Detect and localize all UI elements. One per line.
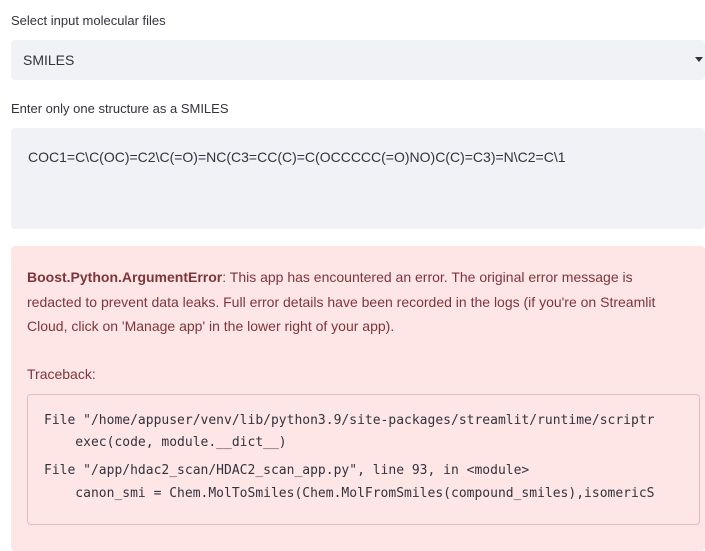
file-type-select[interactable]: SMILES [11, 40, 705, 80]
error-name: Boost.Python.ArgumentError [27, 269, 223, 285]
file-type-select-value: SMILES [23, 52, 75, 68]
traceback-label: Traceback: [27, 366, 96, 382]
smiles-input-label: Enter only one structure as a SMILES [11, 101, 229, 116]
traceback-line: exec(code, module.__dict__) [44, 435, 287, 450]
traceback-line: File "/home/appuser/venv/lib/python3.9/s… [44, 413, 655, 428]
chevron-down-icon[interactable] [695, 57, 703, 62]
traceback-line: canon_smi = Chem.MolToSmiles(Chem.MolFro… [44, 486, 655, 501]
file-select-label: Select input molecular files [11, 13, 166, 28]
error-alert: Boost.Python.ArgumentError: This app has… [11, 246, 705, 551]
traceback-line: File "/app/hdac2_scan/HDAC2_scan_app.py"… [44, 463, 530, 478]
smiles-textarea[interactable]: COC1=C\C(OC)=C2\C(=O)=NC(C3=CC(C)=C(OCCC… [11, 128, 705, 229]
error-message: Boost.Python.ArgumentError: This app has… [27, 265, 687, 339]
traceback-code-block[interactable]: File "/home/appuser/venv/lib/python3.9/s… [27, 394, 700, 525]
smiles-textarea-value[interactable]: COC1=C\C(OC)=C2\C(=O)=NC(C3=CC(C)=C(OCCC… [28, 149, 566, 165]
